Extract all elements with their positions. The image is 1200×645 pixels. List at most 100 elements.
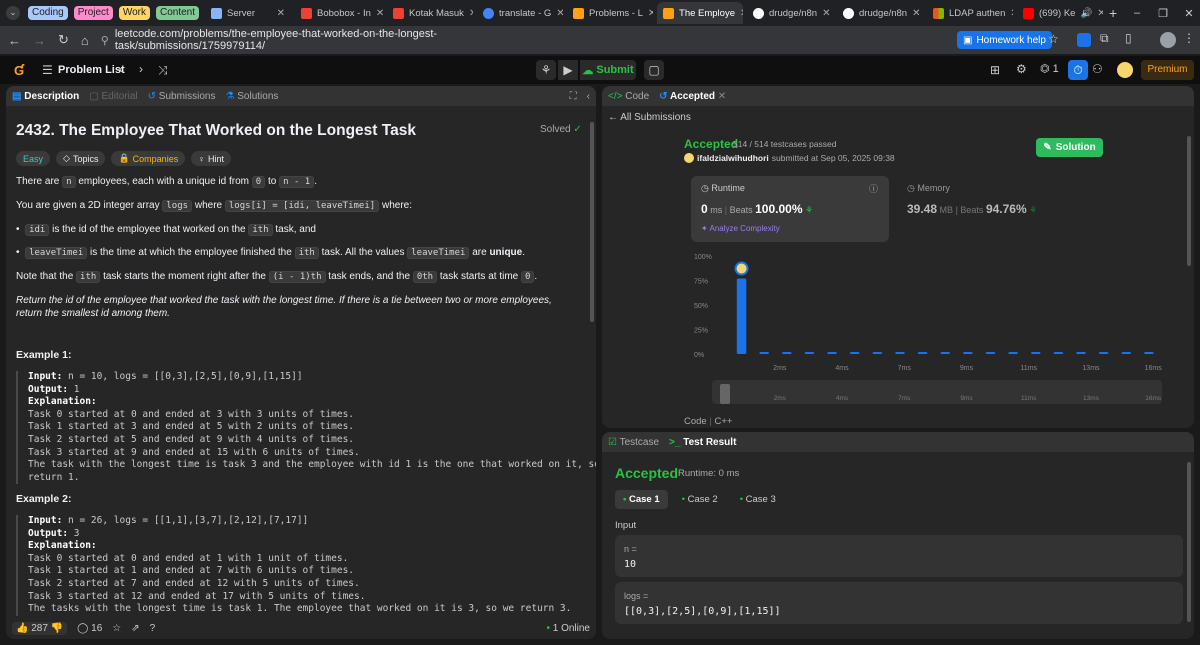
maximize-icon[interactable]: ⛶: [570, 91, 577, 102]
browser-tab[interactable]: Kotak Masuk✕: [387, 2, 473, 24]
close-icon[interactable]: ✕: [740, 8, 743, 19]
submit-button[interactable]: ☁ Submit: [580, 60, 636, 80]
close-icon[interactable]: ✕: [556, 8, 563, 19]
all-submissions-link[interactable]: ← All Submissions: [608, 112, 691, 123]
next-problem-icon[interactable]: ›: [139, 62, 143, 76]
x-tick-label: 13ms: [1082, 365, 1100, 372]
tab-accepted[interactable]: ↺ Accepted ✕: [659, 91, 726, 102]
debug-icon[interactable]: ⚘: [536, 60, 556, 80]
settings-icon[interactable]: ⚙: [1016, 62, 1027, 76]
extension-icon[interactable]: [1077, 33, 1091, 47]
new-tab-button[interactable]: +: [1109, 5, 1117, 21]
user-avatar[interactable]: [1117, 62, 1133, 78]
case-tab[interactable]: • Case 2: [674, 490, 726, 509]
prev-problem-icon[interactable]: ‹: [119, 62, 123, 76]
clock-icon: ◷: [701, 183, 709, 193]
close-icon[interactable]: ✕: [376, 8, 383, 19]
browser-tab[interactable]: drudge/n8n ✕: [837, 2, 923, 24]
reload-icon[interactable]: ↻: [58, 32, 69, 48]
browser-tab[interactable]: Server ✕: [205, 2, 291, 24]
close-icon[interactable]: ✕: [912, 8, 920, 19]
comments-button[interactable]: ◯ 16: [77, 623, 102, 634]
tag-icon: ◇: [63, 153, 70, 163]
add-friend-icon[interactable]: ⚇: [1092, 62, 1103, 76]
tab-group-work[interactable]: Work: [118, 6, 150, 20]
tab-testcase[interactable]: ☑ Testcase: [608, 437, 659, 448]
tab-submissions[interactable]: ↺ Submissions: [148, 91, 216, 102]
tab-group-content[interactable]: Content: [155, 6, 200, 20]
browser-tab[interactable]: (699) Ke 🔊 ✕: [1017, 2, 1103, 24]
memory-card[interactable]: ◷ Memory 39.48 MB | Beats 94.76% ⚘: [897, 176, 1087, 242]
homework-help-button[interactable]: ▣ Homework help: [957, 31, 1052, 49]
browser-tab[interactable]: LDAP authen✕: [927, 2, 1013, 24]
tab-test-result[interactable]: >_ Test Result: [669, 437, 736, 448]
info-icon[interactable]: ⓘ: [869, 182, 878, 195]
home-icon[interactable]: ⌂: [81, 33, 89, 48]
shuffle-icon[interactable]: ⤨: [158, 63, 168, 78]
terminal-icon: >_: [669, 436, 681, 448]
tab-editorial[interactable]: ▢ Editorial: [89, 91, 137, 102]
checkbox-icon: ☑: [608, 436, 617, 448]
timer-icon[interactable]: ⏱: [1068, 60, 1088, 80]
companies-chip[interactable]: 🔒 Companies: [111, 151, 186, 166]
case-tab[interactable]: • Case 3: [732, 490, 784, 509]
tab-solutions[interactable]: ⚗ Solutions: [226, 91, 279, 102]
layout-icon[interactable]: ⊞: [990, 63, 1000, 77]
scrollbar[interactable]: [1187, 462, 1191, 622]
streak-icon[interactable]: ⏣ 1: [1040, 62, 1059, 75]
collapse-icon[interactable]: ‹: [587, 91, 590, 102]
favorite-icon[interactable]: ☆: [112, 623, 121, 634]
close-icon[interactable]: ✕: [469, 8, 473, 19]
premium-button[interactable]: Premium: [1141, 60, 1194, 80]
hint-chip[interactable]: ♀ Hint: [191, 151, 231, 166]
y-tick-label: 25%: [694, 328, 708, 335]
tab-code[interactable]: </> Code: [608, 91, 649, 102]
example-line: Task 0 started at 0 and ended at 1 with …: [28, 552, 349, 564]
restore-icon[interactable]: ❐: [1152, 7, 1174, 20]
scrollbar[interactable]: [590, 122, 594, 322]
bookmark-star-icon[interactable]: ☆: [1048, 32, 1059, 46]
notes-icon[interactable]: ▢: [644, 60, 664, 80]
close-icon[interactable]: ✕: [648, 8, 653, 19]
browser-tab[interactable]: Bobobox - In ✕: [295, 2, 383, 24]
browser-tab-active[interactable]: The Employe✕: [657, 2, 744, 24]
example-line: Output: 1: [28, 383, 80, 395]
close-icon[interactable]: ✕: [1010, 8, 1013, 19]
close-window-icon[interactable]: ✕: [1178, 7, 1200, 20]
back-icon[interactable]: ←: [8, 33, 21, 48]
solution-button[interactable]: ✎ Solution: [1036, 138, 1103, 157]
tab-group-project[interactable]: Project: [73, 6, 113, 20]
runtime-card[interactable]: ◷ Runtime ⓘ 0 ms | Beats 100.00% ⚘ ✦ Ana…: [691, 176, 889, 242]
site-info-icon[interactable]: ⚲: [101, 34, 109, 47]
like-button[interactable]: 👍 287 👎: [12, 621, 68, 635]
browser-tab[interactable]: drudge/n8n ✕: [747, 2, 833, 24]
case-tab[interactable]: • Case 1: [615, 490, 668, 509]
analyze-complexity-button[interactable]: ✦ Analyze Complexity: [701, 224, 780, 233]
problem-list-link[interactable]: Problem List: [58, 64, 125, 76]
close-icon[interactable]: ✕: [1097, 8, 1103, 19]
chart-bar: [872, 352, 883, 354]
tab-search-icon[interactable]: ⌄: [6, 6, 20, 20]
close-icon[interactable]: ✕: [277, 8, 285, 19]
tab-description[interactable]: ▤ Description: [12, 91, 79, 102]
close-icon[interactable]: ✕: [718, 91, 726, 102]
profile-avatar[interactable]: [1160, 32, 1176, 48]
topics-chip[interactable]: ◇ Topics: [56, 151, 106, 166]
browser-tab[interactable]: Problems - L ✕: [567, 2, 653, 24]
url-field[interactable]: ⚲ leetcode.com/problems/the-employee-tha…: [101, 28, 481, 52]
share-icon[interactable]: ⇗: [131, 623, 139, 634]
sidebar-icon[interactable]: ▯: [1125, 31, 1132, 45]
help-icon[interactable]: ?: [150, 623, 156, 634]
chart-bar: [782, 352, 792, 354]
close-icon[interactable]: ✕: [822, 8, 830, 19]
run-button[interactable]: ▶: [558, 60, 578, 80]
tab-group-coding[interactable]: Coding: [28, 6, 68, 20]
scrollbar[interactable]: [1187, 136, 1191, 266]
minimize-icon[interactable]: –: [1126, 7, 1148, 19]
menu-icon[interactable]: ⋮: [1183, 31, 1195, 45]
extensions-puzzle-icon[interactable]: ⧉: [1100, 31, 1109, 46]
browser-tab[interactable]: translate - G ✕: [477, 2, 563, 24]
leetcode-logo-icon[interactable]: Ɠ: [14, 63, 24, 78]
forward-icon[interactable]: →: [33, 33, 46, 48]
leaf-icon: ⚘: [1029, 205, 1038, 215]
